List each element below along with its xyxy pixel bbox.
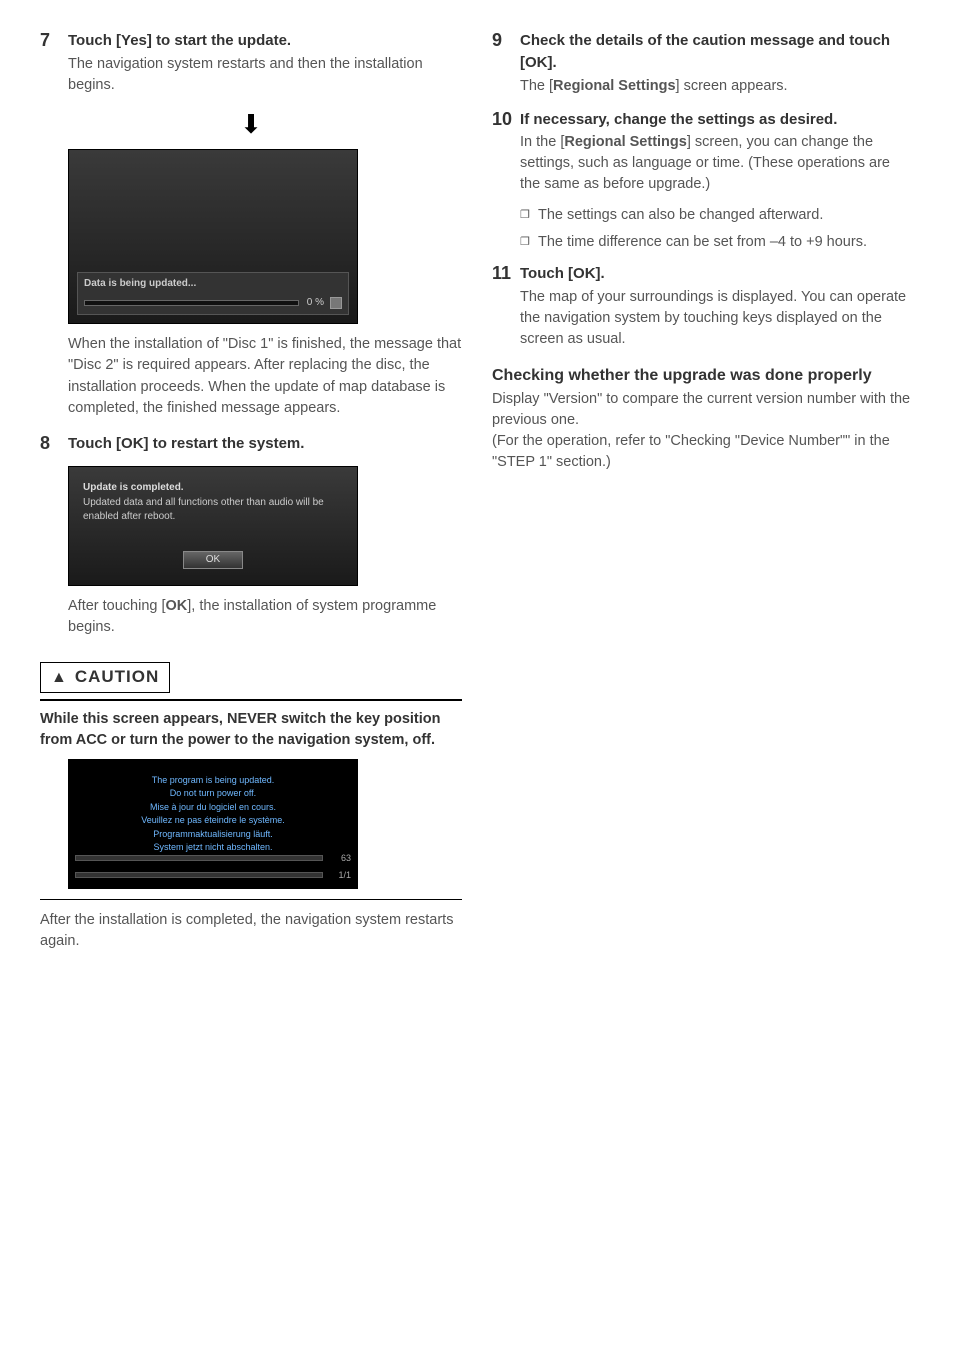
- update-complete-screenshot: Update is completed. Updated data and al…: [68, 466, 358, 586]
- step-10: 10 If necessary, change the settings as …: [492, 109, 914, 196]
- sc-line1: The program is being updated.: [69, 774, 357, 788]
- caution-body: While this screen appears, NEVER switch …: [40, 709, 462, 751]
- caution-after-text: After the installation is completed, the…: [40, 910, 462, 952]
- bullet-text: The settings can also be changed afterwa…: [538, 205, 823, 226]
- step-11: 11 Touch [OK]. The map of your surroundi…: [492, 263, 914, 350]
- progress-bar: [84, 300, 299, 306]
- checking-body1: Display "Version" to compare the current…: [492, 389, 914, 431]
- step-9: 9 Check the details of the caution messa…: [492, 30, 914, 97]
- step-number: 9: [492, 30, 512, 97]
- step-number: 11: [492, 263, 512, 350]
- program-update-screenshot: The program is being updated. Do not tur…: [68, 759, 358, 889]
- step10-bullets: ❐ The settings can also be changed after…: [520, 205, 914, 253]
- step-body: In the [Regional Settings] screen, you c…: [520, 132, 914, 195]
- sc-line3: Mise à jour du logiciel en cours.: [69, 801, 357, 815]
- progress-percent: 0 %: [307, 296, 324, 311]
- update-progress-screenshot: Data is being updated... 0 %: [68, 149, 358, 324]
- step-title: If necessary, change the settings as des…: [520, 109, 914, 131]
- step-number: 10: [492, 109, 512, 196]
- sc-line4: Veuillez ne pas éteindre le système.: [69, 814, 357, 828]
- left-column: 7 Touch [Yes] to start the update. The n…: [40, 30, 462, 964]
- list-item: ❐ The time difference can be set from –4…: [520, 232, 914, 253]
- step7-after-text: When the installation of "Disc 1" is fin…: [68, 334, 462, 418]
- step-number: 8: [40, 433, 60, 457]
- screenshot-line2: Updated data and all functions other tha…: [83, 496, 343, 525]
- step-number: 7: [40, 30, 60, 96]
- step8-after-text: After touching [OK], the installation of…: [68, 596, 462, 638]
- step-title: Check the details of the caution message…: [520, 30, 914, 74]
- step-title: Touch [OK].: [520, 263, 914, 285]
- bullet-text: The time difference can be set from –4 t…: [538, 232, 867, 253]
- progress-icon: [330, 297, 342, 309]
- step-body: The [Regional Settings] screen appears.: [520, 76, 914, 97]
- arrow-down-icon: ⬇: [240, 109, 262, 139]
- step-7: 7 Touch [Yes] to start the update. The n…: [40, 30, 462, 96]
- step-body: The navigation system restarts and then …: [68, 54, 462, 96]
- step-8: 8 Touch [OK] to restart the system.: [40, 433, 462, 457]
- bullet-icon: ❐: [520, 208, 538, 226]
- caution-end-divider: [40, 899, 462, 900]
- checking-body2: (For the operation, refer to "Checking "…: [492, 431, 914, 473]
- bullet-icon: ❐: [520, 235, 538, 253]
- screenshot-status-text: Data is being updated...: [84, 277, 342, 292]
- install-bar-1: [75, 855, 323, 861]
- bar-label-1: 63: [329, 852, 351, 865]
- sc-line5: Programmaktualisierung läuft.: [69, 828, 357, 842]
- caution-label: CAUTION: [75, 665, 159, 690]
- sc-line2: Do not turn power off.: [69, 787, 357, 801]
- list-item: ❐ The settings can also be changed after…: [520, 205, 914, 226]
- arrow-down: ⬇: [40, 106, 462, 144]
- screenshot-line1: Update is completed.: [83, 481, 343, 496]
- caution-label-box: ▲ CAUTION: [40, 662, 170, 693]
- checking-heading: Checking whether the upgrade was done pr…: [492, 364, 914, 387]
- bar-label-2: 1/1: [329, 869, 351, 882]
- step-body: The map of your surroundings is displaye…: [520, 287, 914, 350]
- install-bar-2: [75, 872, 323, 878]
- right-column: 9 Check the details of the caution messa…: [492, 30, 914, 964]
- caution-icon: ▲: [51, 666, 67, 689]
- step-title: Touch [OK] to restart the system.: [68, 433, 462, 455]
- step-title: Touch [Yes] to start the update.: [68, 30, 462, 52]
- ok-button[interactable]: OK: [183, 551, 243, 569]
- caution-divider: [40, 699, 462, 701]
